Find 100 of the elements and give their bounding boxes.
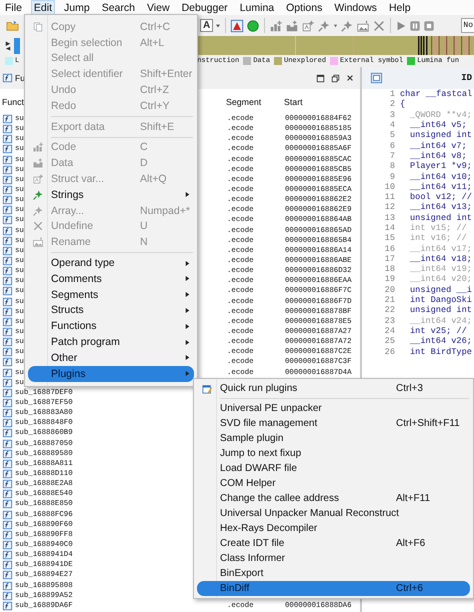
copy-icon <box>32 20 44 33</box>
function-icon <box>2 185 13 196</box>
debugger-select[interactable]: No <box>461 18 474 33</box>
line-number: 21 <box>384 295 396 306</box>
line-number: 10 <box>384 182 396 192</box>
cross-icon[interactable] <box>372 18 386 32</box>
function-icon <box>2 306 13 317</box>
menu-item[interactable]: Strings <box>28 186 194 203</box>
line-number: 13 <box>384 212 396 223</box>
function-icon <box>2 154 13 165</box>
window-icon[interactable] <box>370 72 383 84</box>
chart-plus-icon[interactable] <box>269 18 284 32</box>
code-line: __int64 v20; <box>409 274 472 284</box>
line-number: 18 <box>384 264 396 274</box>
menu-item[interactable]: Universal PE unpacker <box>197 401 470 416</box>
menu-item[interactable]: Hex-Rays Decompiler <box>197 521 470 536</box>
restore-icon[interactable] <box>331 74 340 82</box>
menu-item[interactable]: Other <box>28 350 194 366</box>
menu-item[interactable]: Jump to next fixup <box>197 446 470 461</box>
maximize-icon[interactable] <box>316 74 325 82</box>
submenu-arrow-icon <box>185 306 190 314</box>
function-icon <box>2 448 13 459</box>
menu-bar-item[interactable]: Search <box>98 0 138 16</box>
menu-bar-item[interactable]: Options <box>283 0 326 16</box>
menu-item[interactable]: Change the callee address Alt+F11 <box>197 491 470 506</box>
function-icon <box>2 570 13 580</box>
code-line: __int64 v26; <box>409 336 472 346</box>
function-icon <box>2 540 13 550</box>
function-icon <box>2 286 13 296</box>
submenu-arrow-icon <box>185 191 190 198</box>
code-line: __int64 v8; <box>409 150 467 161</box>
menu-bar-item[interactable]: Help <box>386 0 414 16</box>
function-icon <box>2 124 13 134</box>
function-icon <box>2 550 13 560</box>
function-icon <box>2 215 13 226</box>
function-icon <box>2 347 13 358</box>
line-number: 7 <box>388 150 396 161</box>
code-line: { <box>400 99 406 110</box>
close-icon[interactable] <box>346 74 354 82</box>
menu-item[interactable]: Comments <box>28 270 194 287</box>
menu-item[interactable]: Patch program <box>28 334 194 350</box>
function-icon <box>2 418 13 428</box>
menu-item[interactable]: BinDiff Ctrl+6 <box>197 581 470 596</box>
menu-item[interactable]: Functions <box>28 318 194 334</box>
menu-item[interactable]: Sample plugin <box>197 431 470 446</box>
play-icon[interactable] <box>395 20 408 32</box>
menu-item[interactable]: Segments <box>28 286 194 303</box>
function-icon <box>2 134 13 144</box>
navigation-band[interactable] <box>198 36 474 55</box>
arrows-icon[interactable] <box>5 40 11 52</box>
menu-bar-item[interactable]: View <box>144 0 173 16</box>
code-line: Player1 *v9; <box>409 161 472 172</box>
tray-plus-icon[interactable] <box>285 18 300 32</box>
menu-item[interactable]: Quick run plugins Ctrl+3 <box>197 381 470 396</box>
menu-bar-item[interactable]: Lumina <box>236 0 278 16</box>
image-icon[interactable] <box>356 18 370 32</box>
menu-item[interactable]: Universal Unpacker Manual Reconstruct <box>197 506 470 521</box>
menu-bar-item[interactable]: File <box>2 0 25 16</box>
line-number: 24 <box>384 326 396 336</box>
code-line: int v25; // <box>409 326 467 336</box>
function-icon <box>2 468 13 479</box>
menu-bar-item[interactable]: Jump <box>61 0 93 16</box>
menu-item[interactable]: SVD file management Ctrl+Shift+F11 <box>197 416 470 431</box>
circle-icon[interactable] <box>246 18 260 32</box>
caret-down-icon[interactable] <box>215 24 222 28</box>
function-icon <box>2 580 13 591</box>
caret-down-icon[interactable] <box>333 24 338 28</box>
window-tab[interactable]: ID <box>461 73 472 83</box>
code-line: __int64 v5; <box>409 120 467 130</box>
warning-icon[interactable] <box>230 18 244 32</box>
menu-bar-item[interactable]: Windows <box>331 0 380 16</box>
line-number: 14 <box>384 223 396 233</box>
column-header[interactable]: Segment <box>226 96 284 106</box>
function-icon <box>2 174 13 185</box>
function-icon <box>2 144 13 154</box>
function-icon <box>2 337 13 348</box>
function-icon <box>2 226 13 236</box>
menu-item[interactable]: Class Informer <box>197 551 470 566</box>
pause-icon[interactable] <box>409 20 422 32</box>
column-header[interactable]: Start <box>284 96 303 106</box>
stop-icon[interactable] <box>423 20 436 32</box>
submenu-arrow-icon <box>185 260 190 267</box>
font-button[interactable]: A <box>200 19 214 32</box>
chart-plus-icon <box>32 141 44 154</box>
page-plus-icon[interactable] <box>301 18 316 32</box>
folder-icon[interactable] <box>5 19 20 32</box>
menu-item[interactable]: COM Helper <box>197 476 470 491</box>
menu-item[interactable]: Load DWARF file <box>197 461 470 476</box>
sparkle-icon[interactable] <box>340 18 354 32</box>
menu-item[interactable]: Plugins <box>28 366 194 382</box>
menu-item[interactable]: Operand type <box>28 255 194 271</box>
menu-bar-item[interactable]: Debugger <box>178 0 231 16</box>
menu-item[interactable]: BinExport <box>197 566 470 581</box>
line-number: 3 <box>388 110 396 120</box>
sparkle-icon[interactable] <box>317 18 332 32</box>
menu-item[interactable]: Structs <box>28 302 194 318</box>
function-icon <box>2 114 13 124</box>
window-icon <box>200 382 212 394</box>
menu-item[interactable]: Create IDT file Alt+F6 <box>197 536 470 551</box>
function-icon <box>2 600 13 611</box>
